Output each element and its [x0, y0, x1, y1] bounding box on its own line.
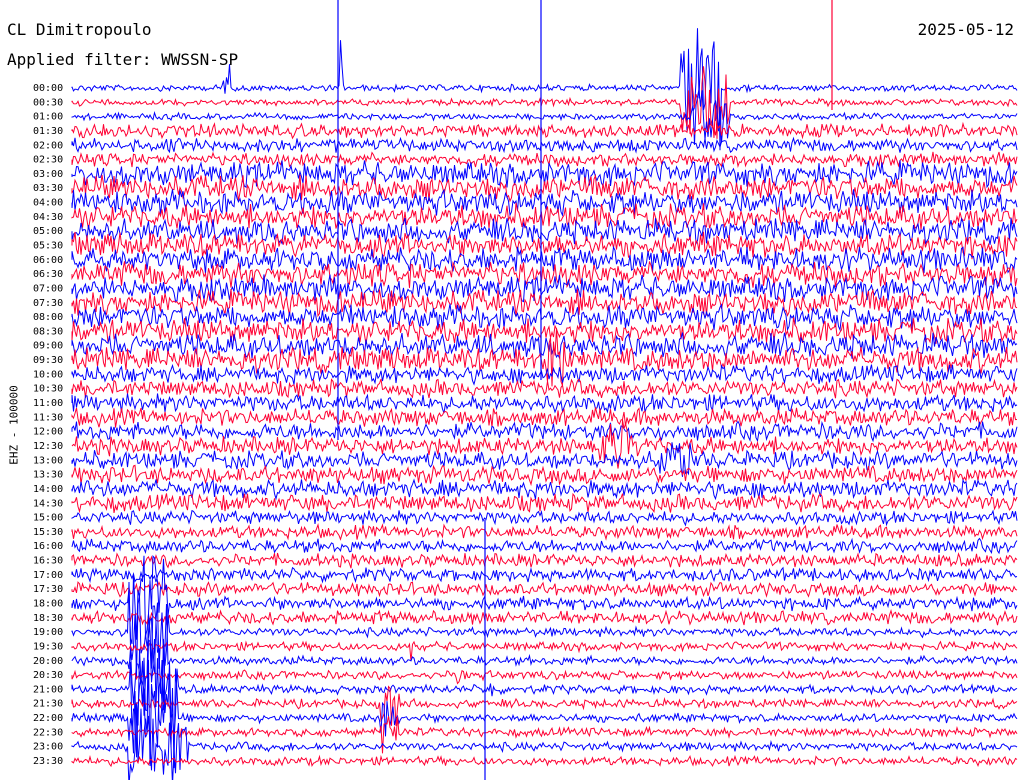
- trace-row-0200: [71, 136, 1018, 154]
- trace-row-1730: [71, 580, 1018, 598]
- row-time-label: 01:00: [33, 112, 63, 123]
- row-time-label: 13:30: [33, 470, 63, 481]
- row-time-label: 19:00: [33, 627, 63, 638]
- row-time-label: 19:30: [33, 641, 63, 652]
- trace-row-1630: [71, 552, 1018, 569]
- trace-row-1200: [71, 420, 1018, 443]
- row-time-label: 12:00: [33, 427, 63, 438]
- trace-row-0030: [71, 66, 1018, 139]
- row-time-label: 16:30: [33, 556, 63, 567]
- row-time-label: 22:00: [33, 713, 63, 724]
- trace-row-2230: [71, 716, 1018, 754]
- row-label-group: 00:00 00:30 01:00 01:30 02:00 02:30 03:00 03:30…: [33, 83, 63, 767]
- row-time-label: 13:00: [33, 455, 63, 466]
- trace-row-0230: [71, 151, 1018, 168]
- trace-row-1430: [71, 492, 1018, 514]
- trace-row-1330: [71, 464, 1018, 487]
- row-time-label: 17:00: [33, 570, 63, 581]
- trace-row-1400: [71, 478, 1018, 501]
- row-time-label: 08:30: [33, 326, 63, 337]
- row-time-label: 09:00: [33, 341, 63, 352]
- trace-row-0500: [71, 217, 1018, 246]
- trace-row-0330: [71, 173, 1018, 203]
- row-time-label: 12:30: [33, 441, 63, 452]
- trace-row-1800: [71, 554, 1018, 645]
- trace-row-1500: [71, 509, 1018, 527]
- row-time-label: 09:30: [33, 355, 63, 366]
- trace-row-1700: [71, 566, 1018, 584]
- trace-row-2100: [71, 638, 1018, 739]
- row-time-label: 04:00: [33, 198, 63, 209]
- row-time-label: 03:30: [33, 183, 63, 194]
- trace-row-1930: [71, 640, 1018, 662]
- row-time-label: 21:30: [33, 699, 63, 710]
- row-time-label: 20:00: [33, 656, 63, 667]
- trace-row-1600: [71, 537, 1018, 555]
- row-time-label: 11:00: [33, 398, 63, 409]
- row-time-label: 04:30: [33, 212, 63, 223]
- trace-row-2030: [71, 668, 1018, 685]
- trace-row-1100: [71, 393, 1018, 414]
- row-time-label: 05:30: [33, 241, 63, 252]
- row-time-label: 02:30: [33, 155, 63, 166]
- row-time-label: 23:30: [33, 756, 63, 767]
- row-time-label: 01:30: [33, 126, 63, 137]
- row-time-label: 08:00: [33, 312, 63, 323]
- row-time-label: 18:30: [33, 613, 63, 624]
- trace-row-1000: [71, 363, 1018, 386]
- row-time-label: 21:00: [33, 684, 63, 695]
- trace-row-2000: [71, 603, 1018, 716]
- row-time-label: 11:30: [33, 412, 63, 423]
- row-time-label: 05:00: [33, 226, 63, 237]
- trace-row-0400: [71, 188, 1018, 218]
- trace-row-0100: [71, 89, 1018, 145]
- trace-row-1130: [71, 407, 1018, 428]
- row-time-label: 06:30: [33, 269, 63, 280]
- trace-row-1530: [71, 523, 1018, 541]
- row-time-label: 07:00: [33, 284, 63, 295]
- trace-row-1830: [71, 609, 1018, 626]
- row-time-label: 02:00: [33, 140, 63, 151]
- trace-group: [71, 0, 1018, 780]
- trace-row-2330: [71, 754, 1018, 768]
- row-time-label: 15:30: [33, 527, 63, 538]
- trace-row-1900: [71, 581, 1018, 678]
- row-time-label: 14:30: [33, 498, 63, 509]
- row-time-label: 14:00: [33, 484, 63, 495]
- trace-row-1030: [71, 378, 1018, 399]
- row-time-label: 06:00: [33, 255, 63, 266]
- row-time-label: 18:00: [33, 599, 63, 610]
- row-time-label: 22:30: [33, 727, 63, 738]
- row-time-label: 00:30: [33, 97, 63, 108]
- row-time-label: 16:00: [33, 541, 63, 552]
- row-time-label: 07:30: [33, 298, 63, 309]
- row-time-label: 10:30: [33, 384, 63, 395]
- row-time-label: 00:00: [33, 83, 63, 94]
- row-time-label: 17:30: [33, 584, 63, 595]
- trace-row-0830: [71, 317, 1018, 344]
- row-time-label: 15:00: [33, 513, 63, 524]
- row-time-label: 10:00: [33, 369, 63, 380]
- row-time-label: 20:30: [33, 670, 63, 681]
- helicorder-plot: 00:00 00:30 01:00 01:30 02:00 02:30 03:00 03:30…: [33, 0, 1018, 780]
- row-time-label: 23:00: [33, 742, 63, 753]
- trace-row-0130: [71, 121, 1018, 140]
- row-time-label: 03:00: [33, 169, 63, 180]
